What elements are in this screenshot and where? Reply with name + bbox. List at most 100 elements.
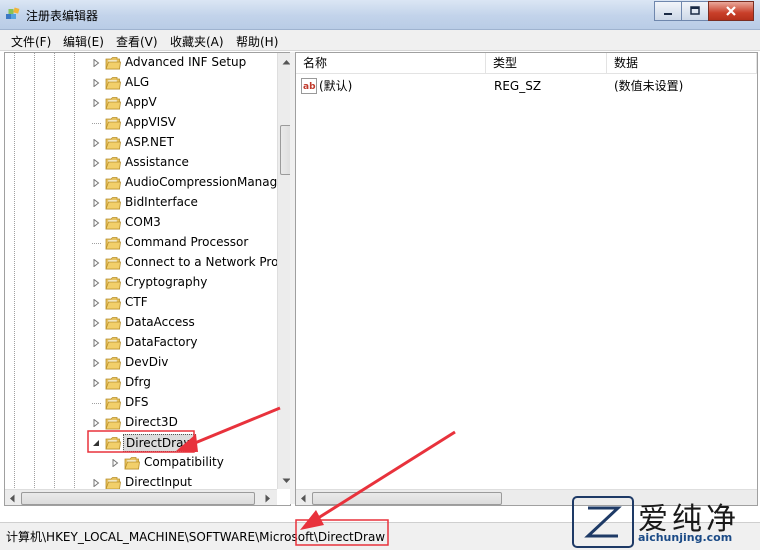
- tree-item[interactable]: AppVISV: [5, 113, 277, 133]
- tree-item[interactable]: DataAccess: [5, 313, 277, 333]
- tree-item[interactable]: Command Processor: [5, 233, 277, 253]
- tree-item[interactable]: Connect to a Network Projector: [5, 253, 290, 273]
- menu-view[interactable]: 查看(V): [116, 33, 158, 50]
- tree-item[interactable]: DirectDraw: [5, 433, 277, 453]
- collapsed-arrow-icon[interactable]: [92, 339, 100, 347]
- tree-item[interactable]: DataFactory: [5, 333, 277, 353]
- tree-item[interactable]: COM3: [5, 213, 277, 233]
- folder-icon: [105, 175, 121, 191]
- collapsed-arrow-icon[interactable]: [92, 219, 100, 227]
- watermark-icon: [572, 496, 634, 548]
- tree-item[interactable]: Cryptography: [5, 273, 277, 293]
- string-value-icon: ab: [301, 78, 317, 94]
- tree-item[interactable]: DevDiv: [5, 353, 277, 373]
- watermark-icon-shape: [584, 506, 622, 538]
- tree-item[interactable]: Advanced INF Setup: [5, 53, 277, 73]
- list-horizontal-scroll-thumb[interactable]: [312, 492, 502, 505]
- folder-icon: [105, 95, 121, 111]
- collapsed-arrow-icon[interactable]: [92, 99, 100, 107]
- maximize-icon: [690, 6, 700, 15]
- chevron-left-icon[interactable]: [300, 494, 306, 503]
- tree-item-label: AudioCompressionManager: [125, 175, 290, 189]
- open-folder-icon: [105, 435, 121, 451]
- folder-icon: [105, 335, 121, 351]
- title-bar: 注册表编辑器: [0, 0, 760, 30]
- tree-horizontal-scroll-thumb[interactable]: [21, 492, 255, 505]
- close-button[interactable]: [708, 1, 754, 21]
- tree-item[interactable]: Dfrg: [5, 373, 277, 393]
- folder-icon: [105, 75, 121, 91]
- tree-item-label: DataFactory: [125, 335, 198, 349]
- tree-item-label: BidInterface: [125, 195, 198, 209]
- tree-vertical-scrollbar[interactable]: [277, 53, 290, 489]
- close-icon: [726, 6, 736, 16]
- tree-item-label: Connect to a Network Projector: [125, 255, 290, 269]
- menu-bar: 文件(F) 编辑(E) 查看(V) 收藏夹(A) 帮助(H): [0, 30, 760, 51]
- folder-icon: [105, 275, 121, 291]
- collapsed-arrow-icon[interactable]: [92, 419, 100, 427]
- tree-item-label: Command Processor: [125, 235, 249, 249]
- tree-item[interactable]: ALG: [5, 73, 277, 93]
- tree-item[interactable]: BidInterface: [5, 193, 277, 213]
- collapsed-arrow-icon[interactable]: [92, 139, 100, 147]
- collapsed-arrow-icon[interactable]: [92, 359, 100, 367]
- tree-item-label: COM3: [125, 215, 161, 229]
- collapsed-arrow-icon[interactable]: [92, 379, 100, 387]
- menu-edit[interactable]: 编辑(E): [63, 33, 104, 50]
- collapsed-arrow-icon[interactable]: [92, 299, 100, 307]
- collapsed-arrow-icon[interactable]: [111, 459, 119, 467]
- value-data: (数值未设置): [614, 79, 684, 93]
- chevron-left-icon[interactable]: [9, 494, 15, 503]
- tree-horizontal-scrollbar[interactable]: [5, 489, 277, 505]
- values-list[interactable]: 名称 类型 数据 ab (默认) REG_SZ (数值未设置): [295, 52, 758, 506]
- collapsed-arrow-icon[interactable]: [92, 259, 100, 267]
- minimize-button[interactable]: [654, 1, 682, 21]
- collapsed-arrow-icon[interactable]: [92, 159, 100, 167]
- collapsed-arrow-icon[interactable]: [92, 319, 100, 327]
- menu-help[interactable]: 帮助(H): [236, 33, 278, 50]
- tree-item-label: CTF: [125, 295, 148, 309]
- expanded-arrow-icon[interactable]: [92, 439, 100, 447]
- value-name[interactable]: (默认): [319, 77, 352, 95]
- minimize-icon: [664, 13, 672, 15]
- tree-item[interactable]: ASP.NET: [5, 133, 277, 153]
- column-header-type[interactable]: 类型: [486, 53, 607, 74]
- tree-item-label: DevDiv: [125, 355, 169, 369]
- tree-item[interactable]: AudioCompressionManager: [5, 173, 290, 193]
- maximize-button[interactable]: [681, 1, 709, 21]
- folder-icon: [124, 455, 140, 471]
- tree-item[interactable]: DFS: [5, 393, 277, 413]
- tree-item-label: Dfrg: [125, 375, 151, 389]
- tree-item[interactable]: CTF: [5, 293, 277, 313]
- folder-icon: [105, 255, 121, 271]
- menu-favorites[interactable]: 收藏夹(A): [170, 33, 224, 50]
- tree-item[interactable]: Compatibility: [5, 453, 277, 473]
- status-path: 计算机\HKEY_LOCAL_MACHINE\SOFTWARE\Microsof…: [6, 530, 386, 544]
- menu-file[interactable]: 文件(F): [11, 33, 51, 50]
- column-header-name[interactable]: 名称: [296, 53, 486, 74]
- folder-icon: [105, 395, 121, 411]
- folder-icon: [105, 135, 121, 151]
- tree-item-label: DirectInput: [125, 475, 193, 489]
- folder-icon: [105, 415, 121, 431]
- column-header-data[interactable]: 数据: [607, 53, 757, 74]
- collapsed-arrow-icon[interactable]: [92, 179, 100, 187]
- collapsed-arrow-icon[interactable]: [92, 79, 100, 87]
- chevron-right-icon[interactable]: [265, 494, 271, 503]
- folder-icon: [105, 215, 121, 231]
- tree-item[interactable]: Direct3D: [5, 413, 277, 433]
- collapsed-arrow-icon[interactable]: [92, 199, 100, 207]
- collapsed-arrow-icon[interactable]: [92, 59, 100, 67]
- tree-item-label: DirectDraw: [123, 434, 197, 452]
- folder-icon: [105, 155, 121, 171]
- watermark-logo: 爱纯净 aichunjing.com: [568, 494, 760, 549]
- folder-icon: [105, 375, 121, 391]
- tree-item-label: AppVISV: [125, 115, 177, 129]
- tree-item-label: Assistance: [125, 155, 189, 169]
- collapsed-arrow-icon[interactable]: [92, 279, 100, 287]
- registry-tree[interactable]: Advanced INF Setup ALG AppV AppVISV ASP.NET A…: [4, 52, 291, 506]
- tree-item[interactable]: Assistance: [5, 153, 277, 173]
- collapsed-arrow-icon[interactable]: [92, 479, 100, 487]
- tree-item-label: Direct3D: [125, 415, 178, 429]
- tree-item[interactable]: AppV: [5, 93, 277, 113]
